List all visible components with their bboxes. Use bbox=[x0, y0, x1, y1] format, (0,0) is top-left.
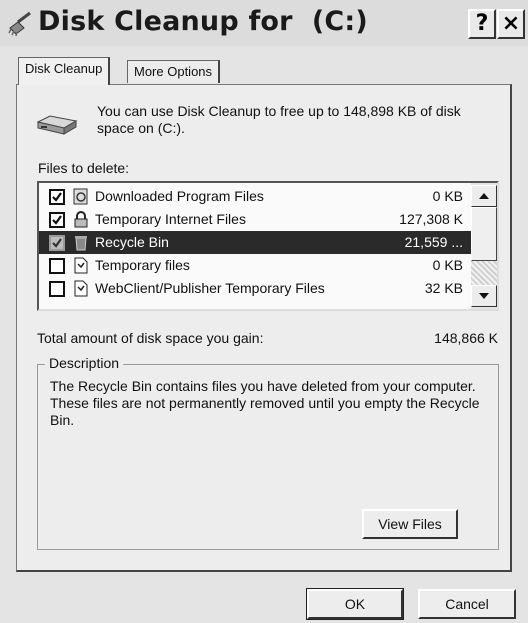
file-size: 0 KB bbox=[432, 188, 463, 204]
tab-disk-cleanup[interactable]: Disk Cleanup bbox=[18, 57, 111, 85]
checkbox[interactable] bbox=[49, 281, 65, 297]
hard-drive-icon bbox=[36, 115, 78, 135]
activex-file-icon bbox=[73, 188, 88, 205]
file-size: 0 KB bbox=[432, 257, 463, 273]
title-bar[interactable]: Disk Cleanup for (C:) ? × bbox=[0, 0, 528, 46]
list-item[interactable]: Downloaded Program Files 0 KB bbox=[39, 185, 471, 208]
arrow-down-icon bbox=[479, 293, 489, 299]
help-button[interactable]: ? bbox=[468, 9, 496, 39]
checkbox[interactable] bbox=[49, 212, 65, 228]
description-text: The Recycle Bin contains files you have … bbox=[50, 378, 480, 428]
view-files-button[interactable]: View Files bbox=[362, 509, 458, 539]
document-icon bbox=[74, 280, 88, 297]
file-size: 32 KB bbox=[424, 280, 463, 296]
checkmark-icon bbox=[52, 238, 62, 248]
list-item[interactable]: WebClient/Publisher Temporary Files 32 K… bbox=[39, 277, 471, 300]
list-item[interactable]: Temporary files 0 KB bbox=[39, 254, 471, 277]
files-list[interactable]: Downloaded Program Files 0 KB Temporary … bbox=[37, 181, 499, 311]
document-icon bbox=[74, 257, 88, 274]
file-size: 21,559 ... bbox=[404, 234, 463, 250]
file-size: 127,308 K bbox=[399, 211, 463, 227]
disk-cleanup-window: Disk Cleanup for (C:) ? × Disk Cleanup M… bbox=[0, 0, 528, 623]
arrow-up-icon bbox=[479, 193, 489, 199]
recycle-bin-icon bbox=[75, 236, 87, 251]
total-space-value: 148,866 K bbox=[434, 330, 498, 346]
file-name: Temporary files bbox=[95, 257, 190, 273]
scrollbar-track-hatch bbox=[471, 261, 497, 285]
broom-icon bbox=[8, 11, 31, 36]
window-title: Disk Cleanup for (C:) bbox=[38, 6, 368, 37]
ok-button[interactable]: OK bbox=[306, 588, 404, 620]
close-button[interactable]: × bbox=[497, 9, 525, 39]
file-name: WebClient/Publisher Temporary Files bbox=[95, 280, 325, 296]
file-name: Downloaded Program Files bbox=[95, 188, 264, 204]
scroll-down-button[interactable] bbox=[471, 285, 497, 307]
file-name: Temporary Internet Files bbox=[95, 211, 246, 227]
scroll-up-button[interactable] bbox=[471, 185, 497, 207]
total-space-label: Total amount of disk space you gain: bbox=[37, 330, 264, 346]
checkbox[interactable] bbox=[49, 235, 65, 251]
list-item[interactable]: Recycle Bin 21,559 ... bbox=[39, 231, 471, 254]
scrollbar-thumb[interactable] bbox=[471, 207, 497, 261]
list-item[interactable]: Temporary Internet Files 127,308 K bbox=[39, 208, 471, 231]
cancel-button[interactable]: Cancel bbox=[418, 589, 516, 619]
checkmark-icon bbox=[52, 192, 62, 202]
checkbox[interactable] bbox=[49, 258, 65, 274]
tab-more-options[interactable]: More Options bbox=[127, 60, 221, 83]
files-to-delete-label: Files to delete: bbox=[38, 160, 130, 176]
checkbox[interactable] bbox=[49, 189, 65, 205]
file-name: Recycle Bin bbox=[95, 234, 169, 250]
checkmark-icon bbox=[52, 215, 62, 225]
description-legend: Description bbox=[45, 355, 124, 371]
info-text: You can use Disk Cleanup to free up to 1… bbox=[97, 103, 461, 136]
lock-icon bbox=[74, 211, 88, 228]
